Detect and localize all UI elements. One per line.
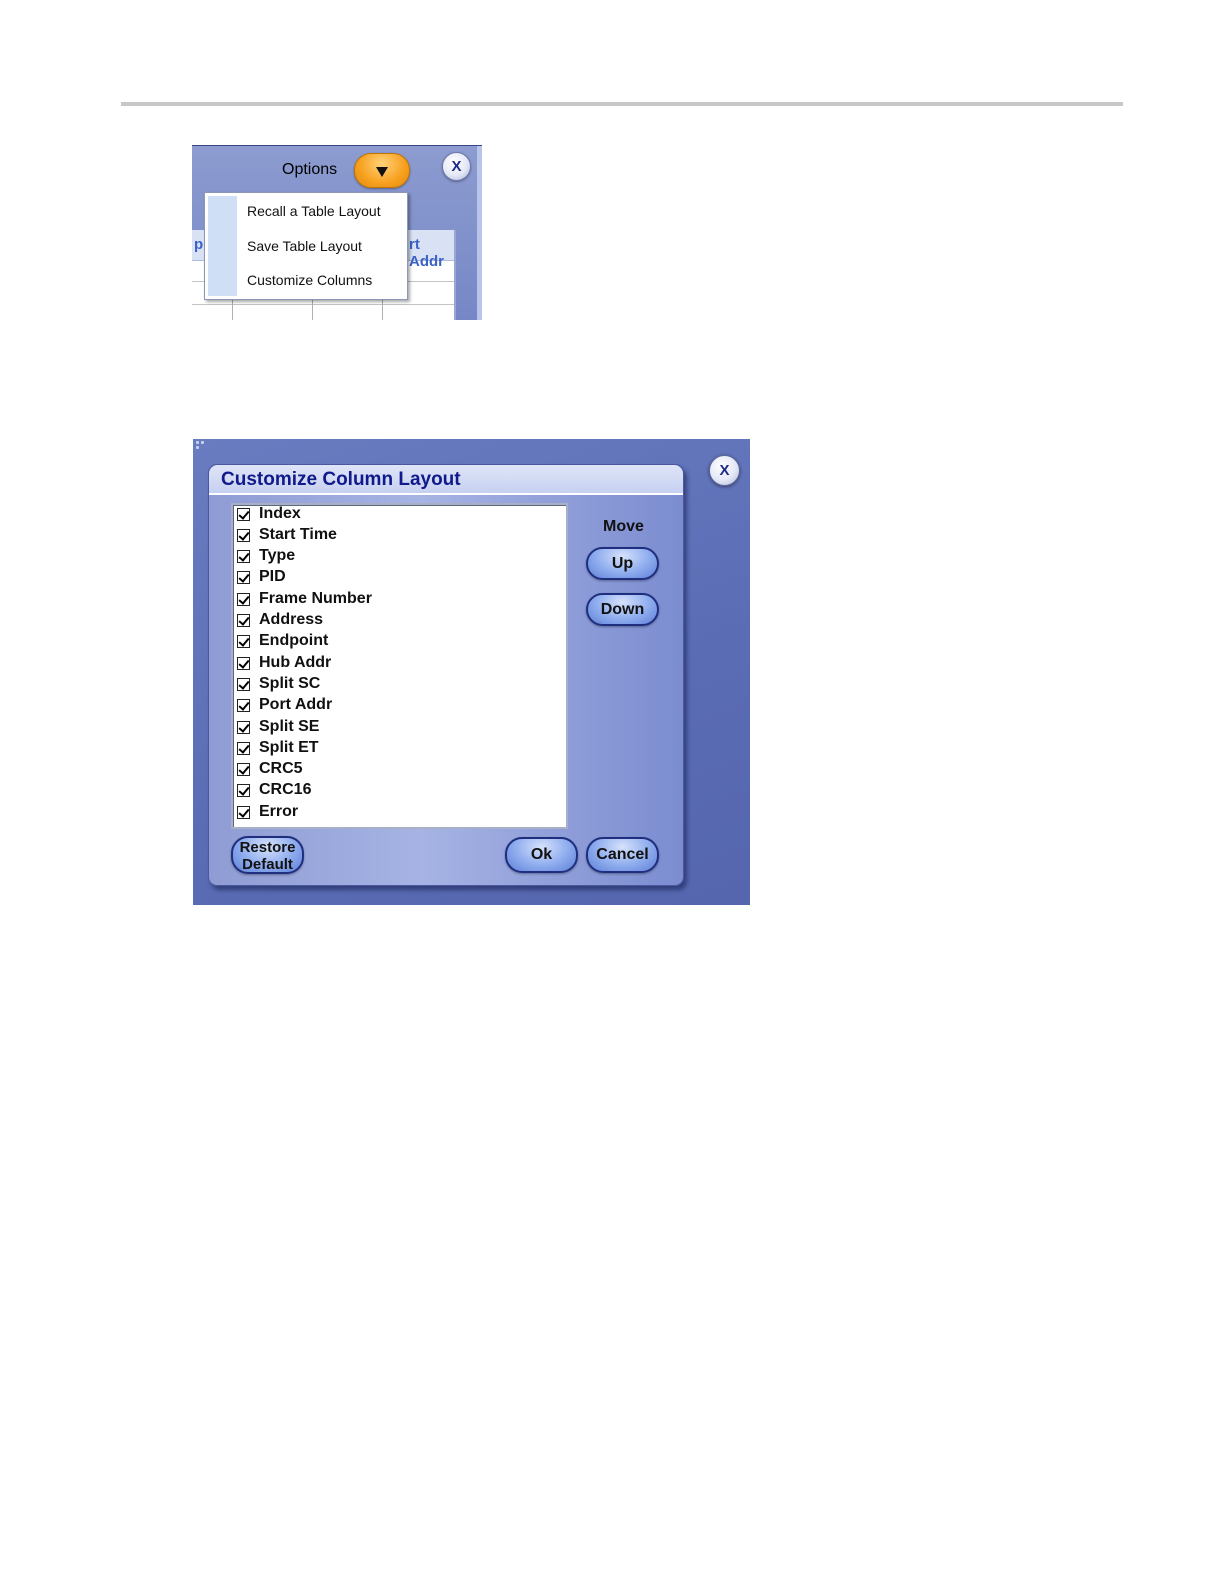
customize-column-layout-screenshot: X Customize Column Layout Index Start Ti…	[193, 439, 750, 905]
column-label: Index	[259, 505, 301, 522]
column-label: Frame Number	[259, 590, 372, 607]
column-label: Type	[259, 547, 296, 564]
list-item[interactable]: Address	[233, 611, 563, 632]
list-item[interactable]: Hub Addr	[233, 654, 563, 675]
list-item[interactable]: Type	[233, 547, 563, 568]
column-label: CRC16	[259, 781, 312, 798]
column-label: Endpoint	[259, 632, 329, 649]
cancel-button[interactable]: Cancel	[586, 837, 659, 873]
options-label: Options	[282, 161, 338, 178]
checkbox-checked-icon[interactable]	[237, 721, 250, 734]
checkbox-checked-icon[interactable]	[237, 657, 250, 670]
column-label: Split ET	[259, 739, 319, 756]
checkbox-checked-icon[interactable]	[237, 614, 250, 627]
checkbox-checked-icon[interactable]	[237, 508, 250, 521]
list-item[interactable]: Endpoint	[233, 632, 563, 653]
dialog-title: Customize Column Layout	[221, 469, 461, 490]
list-item[interactable]: Frame Number	[233, 590, 563, 611]
move-label: Move	[603, 518, 644, 535]
column-label: Split SC	[259, 675, 321, 692]
dialog-close-button[interactable]: X	[709, 455, 740, 486]
checkbox-checked-icon[interactable]	[237, 806, 250, 819]
list-item[interactable]: Split SE	[233, 718, 563, 739]
list-item[interactable]: CRC5	[233, 760, 563, 781]
list-item[interactable]: PID	[233, 568, 563, 589]
table-header-cell: rt Addr	[409, 236, 444, 270]
scrollbar-strip	[477, 146, 482, 320]
column-label: Port Addr	[259, 696, 333, 713]
resize-grip-icon[interactable]	[196, 441, 206, 451]
list-item[interactable]: Port Addr	[233, 696, 563, 717]
list-item[interactable]: Start Time	[233, 526, 563, 547]
checkbox-checked-icon[interactable]	[237, 699, 250, 712]
column-label: Start Time	[259, 526, 337, 543]
checkbox-checked-icon[interactable]	[237, 678, 250, 691]
close-icon: X	[719, 462, 730, 479]
checkbox-checked-icon[interactable]	[237, 529, 250, 542]
column-label: PID	[259, 568, 286, 585]
triangle-down-icon	[376, 167, 388, 177]
move-up-button[interactable]: Up	[586, 547, 659, 580]
options-dropdown-menu: Recall a Table Layout Save Table Layout …	[204, 192, 408, 300]
checkbox-checked-icon[interactable]	[237, 763, 250, 776]
list-item[interactable]: CRC16	[233, 781, 563, 802]
checkbox-checked-icon[interactable]	[237, 635, 250, 648]
table-header-cell: p	[194, 236, 204, 253]
checkbox-checked-icon[interactable]	[237, 550, 250, 563]
column-label: Split SE	[259, 718, 320, 735]
menu-item-customize-columns[interactable]: Customize Columns	[247, 272, 372, 288]
restore-default-button[interactable]: Restore Default	[231, 836, 304, 874]
column-label: Error	[259, 803, 299, 820]
ok-button[interactable]: Ok	[505, 837, 578, 873]
customize-column-dialog: Customize Column Layout Index Start Time…	[208, 464, 684, 886]
close-button[interactable]: X	[442, 152, 471, 181]
list-item[interactable]: Index	[233, 505, 563, 526]
checkbox-checked-icon[interactable]	[237, 784, 250, 797]
options-menu-screenshot: p rt Addr Options X Recall a Table Layou…	[192, 145, 482, 320]
column-checklist[interactable]: Index Start Time Type PID Frame Number A…	[231, 503, 568, 829]
menu-item-recall-table-layout[interactable]: Recall a Table Layout	[247, 203, 381, 219]
page-header-rule	[121, 102, 1123, 106]
close-icon: X	[451, 158, 462, 175]
options-dropdown-button[interactable]	[354, 153, 410, 188]
checkbox-checked-icon[interactable]	[237, 742, 250, 755]
move-down-button[interactable]: Down	[586, 593, 659, 626]
checkbox-checked-icon[interactable]	[237, 593, 250, 606]
checkbox-checked-icon[interactable]	[237, 571, 250, 584]
menu-icon-gutter	[208, 196, 237, 296]
dialog-title-bar: Customize Column Layout	[209, 465, 683, 495]
column-label: Hub Addr	[259, 654, 332, 671]
column-label: Address	[259, 611, 324, 628]
list-item[interactable]: Split SC	[233, 675, 563, 696]
list-item[interactable]: Error	[233, 803, 563, 824]
column-label: CRC5	[259, 760, 303, 777]
list-item[interactable]: Split ET	[233, 739, 563, 760]
menu-item-save-table-layout[interactable]: Save Table Layout	[247, 238, 362, 254]
